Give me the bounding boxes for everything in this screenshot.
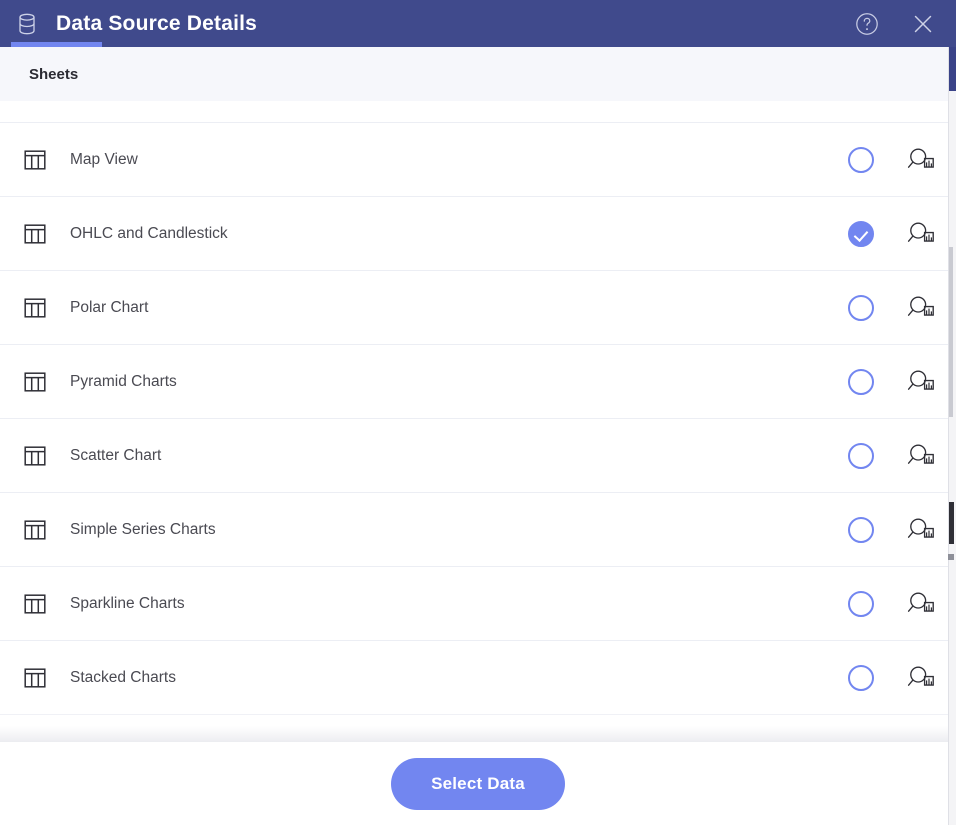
preview-chart-icon[interactable] [905,293,937,323]
preview-chart-icon[interactable] [905,219,937,249]
table-grid-icon [22,591,48,617]
dialog-footer: Select Data [0,742,956,825]
preview-chart-icon[interactable] [905,367,937,397]
preview-chart-icon[interactable] [905,589,937,619]
table-grid-icon [22,443,48,469]
scrollbar-arrow-icon[interactable] [948,554,954,560]
sheet-row-label: Pyramid Charts [70,372,177,390]
sheet-row[interactable]: Scatter Chart [0,419,956,493]
table-grid-icon [22,665,48,691]
tab-bar: Sheets [0,47,956,101]
sheet-row[interactable]: Sparkline Charts [0,567,956,641]
scrollbar-thumb-secondary[interactable] [949,247,953,417]
sheet-list: KPI View Map View OHLC and Candlestick Pola… [0,101,956,715]
dialog-header: Data Source Details [0,0,956,47]
sheet-row[interactable]: Simple Series Charts [0,493,956,567]
preview-chart-icon[interactable] [905,663,937,693]
close-icon[interactable] [906,7,940,41]
table-grid-icon [22,369,48,395]
sheet-row[interactable]: Map View [0,123,956,197]
table-grid-icon [22,517,48,543]
sheet-row-label: Polar Chart [70,298,149,316]
sheet-list-container: KPI View Map View OHLC and Candlestick Pola… [0,101,956,742]
dialog-title: Data Source Details [56,12,258,35]
sheet-row-label: Simple Series Charts [70,520,216,538]
tab-sheets[interactable]: Sheets [11,47,96,101]
sheet-select-radio[interactable] [848,146,874,173]
sheet-row[interactable]: KPI View [0,101,956,123]
sheet-list-scroll[interactable]: KPI View Map View OHLC and Candlestick Pola… [0,101,956,742]
sheet-row[interactable]: Stacked Charts [0,641,956,715]
page-scrollbar[interactable] [948,47,956,825]
preview-chart-icon[interactable] [905,441,937,471]
table-grid-icon [22,147,48,173]
scrollbar-thumb-tertiary[interactable] [949,502,954,544]
sheet-row[interactable]: Pyramid Charts [0,345,956,419]
sheet-row-label: Stacked Charts [70,668,176,686]
sheet-row-label: OHLC and Candlestick [70,224,228,242]
sheet-row-label: Map View [70,150,138,168]
database-icon [14,11,40,37]
select-data-button[interactable]: Select Data [391,757,565,810]
help-circle-icon[interactable] [850,7,884,41]
sheet-select-radio[interactable] [848,516,874,543]
sheet-select-radio[interactable] [848,368,874,395]
preview-chart-icon[interactable] [905,145,937,175]
scrollbar-track [948,47,949,825]
sheet-row[interactable]: OHLC and Candlestick [0,197,956,271]
sheet-select-radio[interactable] [848,442,874,469]
sheet-row[interactable]: Polar Chart [0,271,956,345]
sheet-row-label: Scatter Chart [70,446,162,464]
table-grid-icon [22,221,48,247]
sheet-select-radio[interactable] [848,590,874,617]
sheet-select-radio[interactable] [848,294,874,321]
sheet-select-radio[interactable] [848,220,874,247]
sheet-select-radio[interactable] [848,664,874,691]
scrollbar-thumb-primary[interactable] [949,47,956,91]
sheet-row-label: Sparkline Charts [70,594,185,612]
table-grid-icon [22,295,48,321]
data-source-details-dialog: Data Source Details Sheets KPI View Map V… [0,0,956,825]
preview-chart-icon[interactable] [905,515,937,545]
